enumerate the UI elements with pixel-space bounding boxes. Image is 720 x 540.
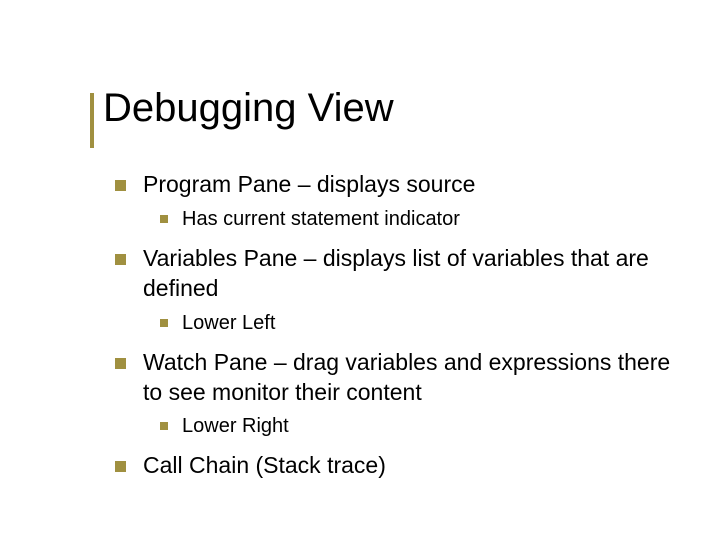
square-bullet-icon xyxy=(160,319,168,327)
list-subitem-text: Has current statement indicator xyxy=(182,206,460,232)
list-item: Program Pane – displays source xyxy=(115,170,675,200)
list-subitem-text: Lower Right xyxy=(182,413,289,439)
square-bullet-icon xyxy=(115,461,126,472)
square-bullet-icon xyxy=(115,254,126,265)
slide-body: Program Pane – displays source Has curre… xyxy=(115,170,675,487)
slide: Debugging View Program Pane – displays s… xyxy=(0,0,720,540)
list-item: Variables Pane – displays list of variab… xyxy=(115,244,675,304)
list-subitem: Has current statement indicator xyxy=(160,206,675,232)
list-item-text: Call Chain (Stack trace) xyxy=(143,451,386,481)
list-subitem: Lower Left xyxy=(160,310,675,336)
slide-title: Debugging View xyxy=(103,86,394,131)
list-item: Watch Pane – drag variables and expressi… xyxy=(115,348,675,408)
square-bullet-icon xyxy=(115,180,126,191)
list-subitem-text: Lower Left xyxy=(182,310,275,336)
list-item-text: Watch Pane – drag variables and expressi… xyxy=(143,348,675,408)
list-item-text: Variables Pane – displays list of variab… xyxy=(143,244,675,304)
square-bullet-icon xyxy=(115,358,126,369)
list-item-text: Program Pane – displays source xyxy=(143,170,475,200)
list-subitem: Lower Right xyxy=(160,413,675,439)
square-bullet-icon xyxy=(160,215,168,223)
list-item: Call Chain (Stack trace) xyxy=(115,451,675,481)
square-bullet-icon xyxy=(160,422,168,430)
title-accent-bar xyxy=(90,93,94,148)
